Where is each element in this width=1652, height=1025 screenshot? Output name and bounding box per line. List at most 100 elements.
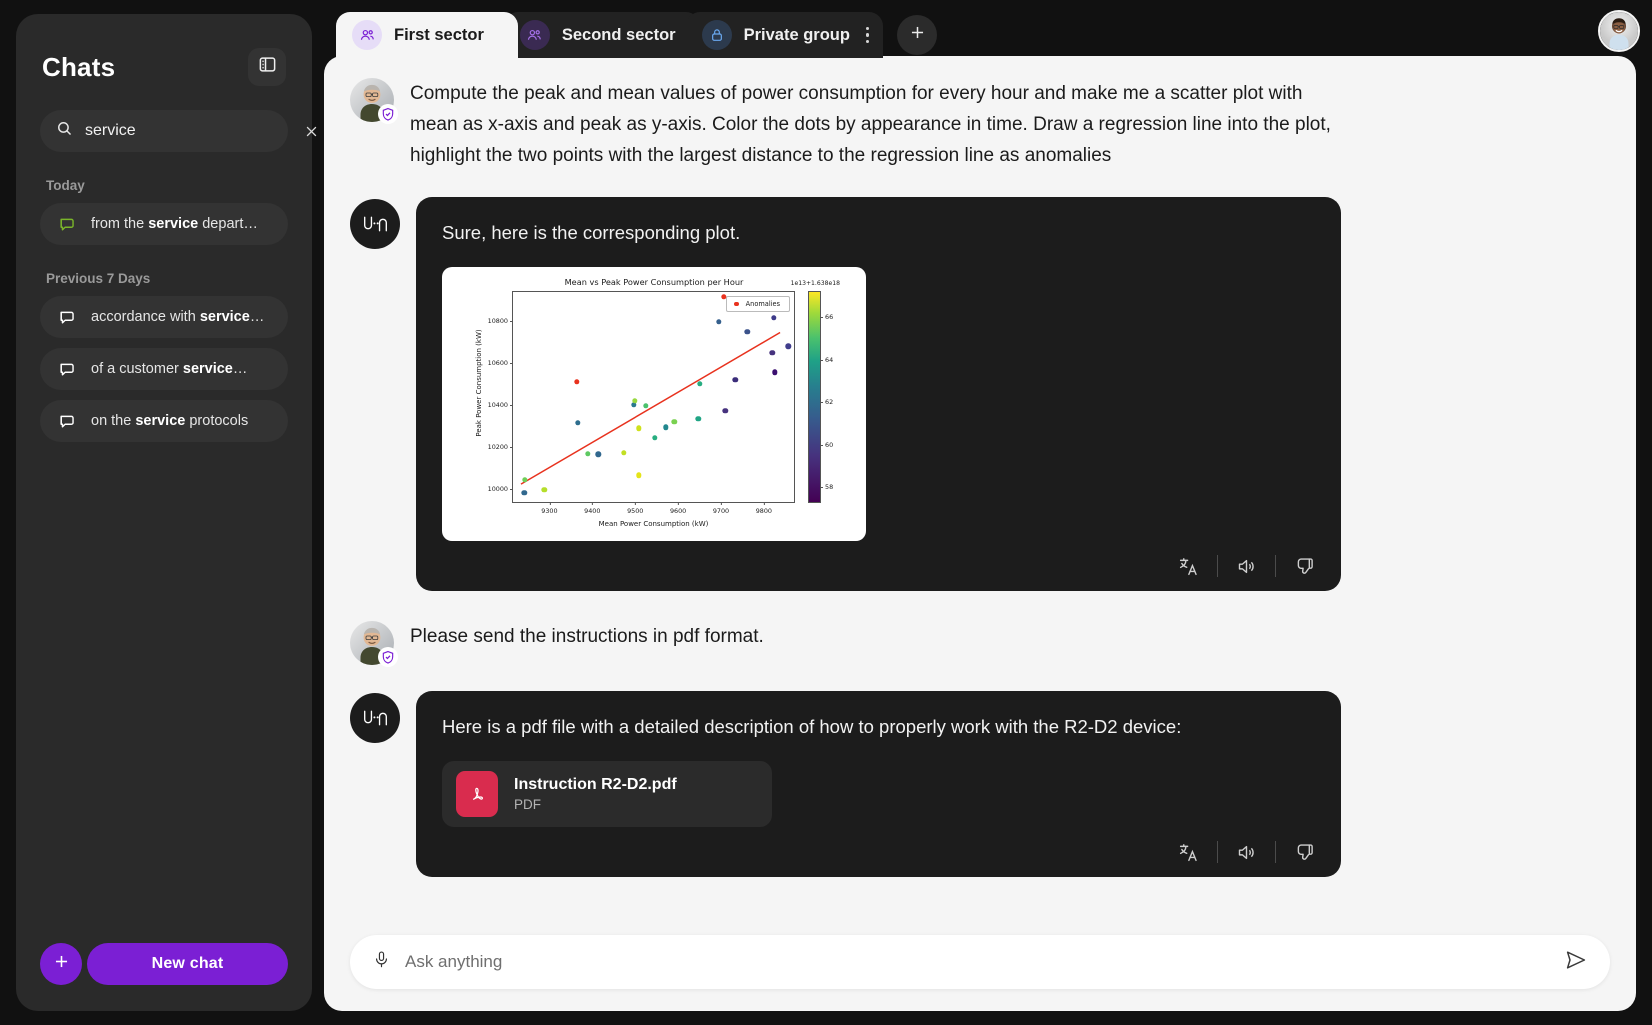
speaker-icon[interactable]	[1236, 556, 1257, 577]
message-text: Here is a pdf file with a detailed descr…	[442, 716, 1182, 737]
add-tab-button[interactable]	[897, 15, 938, 55]
bot-logo-icon	[350, 199, 400, 249]
send-icon[interactable]	[1564, 948, 1588, 977]
verified-shield-icon	[378, 104, 398, 124]
message-bubble: Sure, here is the corresponding plot. Me…	[416, 197, 1341, 591]
composer-input[interactable]	[405, 952, 1550, 972]
chart-offset-label: 1e13+1.638e18	[790, 280, 840, 287]
list-item-label: of a customer service…	[91, 361, 248, 377]
new-chat-button[interactable]: New chat	[87, 943, 288, 985]
file-type: PDF	[514, 797, 541, 812]
file-attachment[interactable]: Instruction R2-D2.pdf PDF	[442, 761, 772, 827]
message-text: Sure, here is the corresponding plot.	[442, 222, 741, 243]
new-chat-row: New chat	[40, 943, 288, 985]
main-area: First sector Second sector Private group	[312, 0, 1652, 1025]
divider	[1275, 555, 1276, 577]
message-text: Compute the peak and mean values of powe…	[410, 83, 1331, 166]
user-avatar-button[interactable]	[1598, 10, 1640, 52]
regression-line	[520, 331, 781, 485]
translate-icon[interactable]	[1178, 842, 1199, 863]
composer[interactable]	[350, 935, 1610, 989]
chat-list: Today from the service depart… Previous 7…	[16, 152, 312, 452]
lock-icon	[701, 20, 732, 50]
message-list: Compute the peak and mean values of powe…	[324, 56, 1636, 935]
message-actions	[442, 555, 1315, 577]
message-actions	[442, 841, 1315, 863]
list-item[interactable]: from the service depart…	[40, 203, 288, 245]
divider	[1275, 841, 1276, 863]
tab-label: Private group	[743, 25, 850, 44]
more-vertical-icon[interactable]	[865, 26, 870, 44]
chat-panel: Compute the peak and mean values of powe…	[324, 56, 1636, 1011]
chat-group-label: Today	[46, 178, 85, 193]
chart-ytick-label: 10600	[487, 359, 514, 368]
panel-toggle-button[interactable]	[248, 48, 286, 86]
thumbs-down-icon[interactable]	[1294, 556, 1315, 577]
translate-icon[interactable]	[1178, 556, 1199, 577]
avatar	[350, 78, 398, 124]
chart-colorbar-tick: 64	[819, 355, 834, 364]
user-avatar	[1600, 12, 1638, 50]
list-item-label: on the service protocols	[91, 413, 249, 429]
message-user: Please send the instructions in pdf form…	[350, 617, 1610, 667]
chat-bubble-icon	[58, 360, 77, 379]
divider	[1217, 841, 1218, 863]
tab-private-group[interactable]: Private group	[685, 12, 884, 58]
search-icon	[56, 120, 73, 142]
bot-logo-icon	[350, 693, 400, 743]
tab-label: Second sector	[561, 25, 676, 44]
group-users-icon	[519, 20, 550, 50]
chat-bubble-icon	[58, 308, 77, 327]
new-chat-label: New chat	[151, 955, 224, 972]
chart-ytick-label: 10000	[487, 485, 514, 494]
group-users-icon	[352, 20, 382, 50]
thumbs-down-icon[interactable]	[1294, 842, 1315, 863]
legend-swatch-anomalies	[734, 301, 739, 307]
chart-xtick-label: 9400	[584, 502, 601, 515]
divider	[1217, 555, 1218, 577]
chart-card[interactable]: Mean vs Peak Power Consumption per Hour …	[442, 267, 866, 541]
chart-ytick-label: 10800	[487, 317, 514, 326]
message-user: Compute the peak and mean values of powe…	[350, 74, 1610, 171]
search-box[interactable]	[40, 110, 317, 152]
list-item[interactable]: accordance with service…	[40, 296, 288, 338]
chat-group-label: Previous 7 Days	[46, 271, 151, 286]
search-input[interactable]	[85, 122, 292, 140]
list-item-label: accordance with service…	[91, 309, 265, 325]
microphone-icon[interactable]	[372, 950, 391, 974]
chart-colorbar-tick: 60	[819, 440, 834, 449]
chart-ytick-label: 10200	[487, 443, 514, 452]
chart-ytick-label: 10400	[487, 401, 514, 410]
page-title: Chats	[42, 51, 116, 82]
file-name: Instruction R2-D2.pdf	[514, 776, 677, 793]
chart-colorbar: 58 60 62 64 66	[808, 291, 833, 503]
tab-first-sector[interactable]: First sector	[336, 12, 518, 58]
chart-xlabel: Mean Power Consumption (kW)	[598, 520, 709, 528]
panel-layout-icon	[258, 55, 277, 79]
chat-bubble-icon	[58, 215, 77, 234]
chart-xtick-label: 9600	[669, 502, 687, 515]
message-text: Please send the instructions in pdf form…	[410, 626, 764, 647]
sidebar-header: Chats	[16, 14, 312, 86]
message-bubble: Here is a pdf file with a detailed descr…	[416, 691, 1341, 877]
chart-legend: Anomalies	[726, 296, 790, 312]
tab-label: First sector	[394, 25, 484, 44]
chart-xtick-label: 9500	[627, 502, 644, 515]
message-assistant: Sure, here is the corresponding plot. Me…	[350, 197, 1610, 591]
verified-shield-icon	[378, 647, 398, 667]
chart-colorbar-tick: 62	[819, 398, 834, 407]
chart-colorbar-tick: 66	[819, 313, 834, 322]
plus-icon	[52, 952, 71, 976]
speaker-icon[interactable]	[1236, 842, 1257, 863]
chat-bubble-icon	[58, 412, 77, 431]
message-assistant: Here is a pdf file with a detailed descr…	[350, 691, 1610, 877]
sidebar: Chats Today from the service	[16, 14, 317, 1011]
new-chat-plus-button[interactable]	[40, 943, 82, 985]
chart-colorbar-tick: 58	[819, 483, 834, 492]
file-meta: Instruction R2-D2.pdf PDF	[514, 776, 677, 812]
chart-xtick-label: 9300	[541, 502, 558, 515]
list-item[interactable]: of a customer service…	[40, 348, 288, 390]
tab-second-sector[interactable]: Second sector	[503, 12, 700, 58]
chart-xtick-label: 9800	[755, 502, 772, 515]
list-item[interactable]: on the service protocols	[40, 400, 288, 442]
